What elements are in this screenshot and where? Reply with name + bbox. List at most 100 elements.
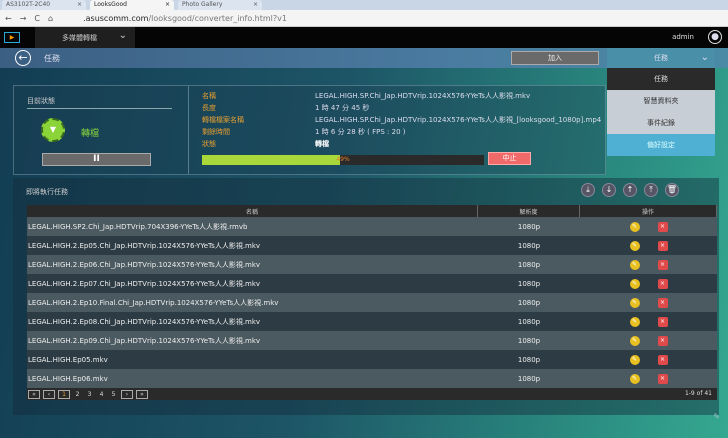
actions: ✎ ×: [579, 369, 717, 388]
field-row: 長度 1 時 47 分 45 秒: [202, 103, 369, 113]
stop-button[interactable]: 中止: [488, 152, 531, 165]
next-page-button[interactable]: ›: [121, 389, 133, 399]
edit-icon[interactable]: ✎: [629, 373, 640, 384]
delete-icon[interactable]: ×: [657, 278, 668, 289]
field-label: 剩餘時間: [202, 128, 230, 136]
field-label: 名稱: [202, 92, 216, 100]
actions: ✎ ×: [579, 274, 717, 293]
username[interactable]: admin: [672, 33, 694, 41]
queue-toolbar: ⤓ ↓ ↑ ⤒ 🗑: [581, 183, 679, 197]
forward-arrow-icon[interactable]: →: [20, 14, 27, 23]
delete-icon[interactable]: ×: [657, 373, 668, 384]
edit-icon[interactable]: ✎: [629, 335, 640, 346]
menu-item-preferences[interactable]: 偏好設定: [607, 134, 715, 156]
edit-icon[interactable]: ✎: [629, 297, 640, 308]
status-state: 轉檔: [81, 129, 100, 139]
add-button[interactable]: 加入: [511, 51, 599, 65]
page-button[interactable]: 3: [85, 391, 94, 398]
delete-icon[interactable]: ×: [657, 259, 668, 270]
edit-icon[interactable]: ✎: [629, 354, 640, 365]
browser-tab[interactable]: AS3102T-2C40 ×: [2, 0, 86, 10]
app-topbar: ▶ 多媒體轉檔 ⌄ admin ●: [0, 27, 728, 48]
page-title: 任務: [44, 54, 60, 63]
table-row[interactable]: LEGAL.HIGH.Ep06.mkv 1080p ✎ ×: [27, 369, 717, 388]
trash-icon[interactable]: 🗑: [665, 183, 679, 197]
file-name: LEGAL.HIGH.2.Ep10.Final.Chi_Jap.HDTVrip.…: [27, 293, 478, 312]
delete-icon[interactable]: ×: [657, 354, 668, 365]
last-page-button[interactable]: »: [136, 389, 148, 399]
page-button[interactable]: 1: [58, 389, 70, 399]
menu-item-event-log[interactable]: 事件紀錄: [607, 112, 715, 134]
edit-icon[interactable]: ✎: [629, 240, 640, 251]
move-down-icon[interactable]: ↓: [602, 183, 616, 197]
resolution: 1080p: [477, 331, 580, 350]
table-row[interactable]: LEGAL.HIGH.2.Ep06.Chi_Jap.HDTVrip.1024X5…: [27, 255, 717, 274]
delete-icon[interactable]: ×: [657, 316, 668, 327]
field-row: 狀態 轉檔: [202, 139, 329, 149]
close-icon[interactable]: ×: [165, 1, 170, 9]
browser-tab[interactable]: LooksGood ×: [90, 0, 174, 10]
delete-icon[interactable]: ×: [657, 297, 668, 308]
menu-item-smart-folder[interactable]: 智慧資料夾: [607, 90, 715, 112]
field-row: 剩餘時間 1 時 6 分 28 秒 ( FPS : 20 ): [202, 127, 405, 137]
back-icon[interactable]: ←: [15, 50, 31, 66]
page-button[interactable]: 5: [109, 391, 118, 398]
resolution: 1080p: [477, 312, 580, 331]
field-label: 狀態: [202, 140, 216, 148]
pause-button[interactable]: II: [42, 153, 151, 166]
table-row[interactable]: LEGAL.HIGH.SP2.Chi_Jap.HDTVrip.704X396-Y…: [27, 217, 717, 236]
table-row[interactable]: LEGAL.HIGH.2.Ep09.Chi_Jap.HDTVrip.1024X5…: [27, 331, 717, 350]
field-value: LEGAL.HIGH.SP.Chi_Jap.HDTVrip.1024X576-Y…: [315, 116, 602, 124]
move-up-icon[interactable]: ↑: [623, 183, 637, 197]
resolution: 1080p: [477, 255, 580, 274]
file-name: LEGAL.HIGH.2.Ep09.Chi_Jap.HDTVrip.1024X5…: [27, 331, 478, 350]
browser-tab[interactable]: Photo Gallery ×: [178, 0, 262, 10]
table-row[interactable]: LEGAL.HIGH.2.Ep10.Final.Chi_Jap.HDTVrip.…: [27, 293, 717, 312]
delete-icon[interactable]: ×: [657, 221, 668, 232]
file-name: LEGAL.HIGH.SP2.Chi_Jap.HDTVrip.704X396-Y…: [27, 217, 478, 236]
field-value: 1 時 6 分 28 秒 ( FPS : 20 ): [315, 128, 406, 136]
page-button[interactable]: 4: [97, 391, 106, 398]
column-header-resolution[interactable]: 解析度: [477, 205, 580, 217]
current-status-panel: 目前狀態 ▼ 轉檔 II 名稱 LEGAL.HIGH.SP.Chi_Jap.HDT…: [13, 85, 606, 175]
table-row[interactable]: LEGAL.HIGH.2.Ep08.Chi_Jap.HDTVrip.1024X5…: [27, 312, 717, 331]
close-icon[interactable]: ×: [253, 1, 258, 9]
field-label: 轉檔檔案名稱: [202, 116, 244, 124]
prev-page-button[interactable]: ‹: [43, 389, 55, 399]
delete-icon[interactable]: ×: [657, 335, 668, 346]
back-arrow-icon[interactable]: ←: [5, 14, 12, 23]
home-icon[interactable]: ⌂: [48, 14, 53, 23]
actions: ✎ ×: [579, 236, 717, 255]
move-top-icon[interactable]: ⤒: [644, 183, 658, 197]
field-value: 1 時 47 分 45 秒: [315, 104, 370, 112]
column-header-name[interactable]: 名稱: [27, 205, 478, 217]
edit-icon[interactable]: ✎: [629, 221, 640, 232]
app-logo[interactable]: ▶: [4, 32, 20, 43]
resolution: 1080p: [477, 293, 580, 312]
table-row[interactable]: LEGAL.HIGH.2.Ep07.Chi_Jap.HDTVrip.1024X5…: [27, 274, 717, 293]
edit-icon[interactable]: ✎: [629, 278, 640, 289]
actions: ✎ ×: [579, 312, 717, 331]
edit-icon[interactable]: ✎: [629, 316, 640, 327]
url-input[interactable]: .asuscomm.com/looksgood/converter_info.h…: [83, 14, 287, 23]
delete-icon[interactable]: ×: [657, 240, 668, 251]
tab-label: AS3102T-2C40: [6, 1, 51, 8]
menu-item-tasks[interactable]: 任務: [607, 68, 715, 90]
item-count: 1-9 of 41: [684, 390, 712, 397]
gear-icon: ▼: [41, 118, 65, 142]
pagination: « ‹ 1 2 3 4 5 › » 1-9 of 41: [27, 388, 717, 400]
close-icon[interactable]: ×: [77, 1, 82, 9]
reload-icon[interactable]: C: [34, 14, 40, 23]
edit-icon[interactable]: ✎: [629, 259, 640, 270]
page-button[interactable]: 2: [73, 391, 82, 398]
first-page-button[interactable]: «: [28, 389, 40, 399]
table-row[interactable]: LEGAL.HIGH.2.Ep05.Chi_Jap.HDTVrip.1024X5…: [27, 236, 717, 255]
view-dropdown[interactable]: 任務 ⌄: [607, 48, 715, 68]
dropdown-menu: 任務 智慧資料夾 事件紀錄 偏好設定: [607, 68, 715, 156]
table-row[interactable]: LEGAL.HIGH.Ep05.mkv 1080p ✎ ×: [27, 350, 717, 369]
user-icon[interactable]: ●: [708, 30, 722, 44]
queue-heading: 即將執行任務: [26, 188, 68, 196]
app-menu[interactable]: 多媒體轉檔 ⌄: [35, 27, 135, 48]
file-name: LEGAL.HIGH.Ep06.mkv: [27, 369, 478, 388]
move-bottom-icon[interactable]: ⤓: [581, 183, 595, 197]
